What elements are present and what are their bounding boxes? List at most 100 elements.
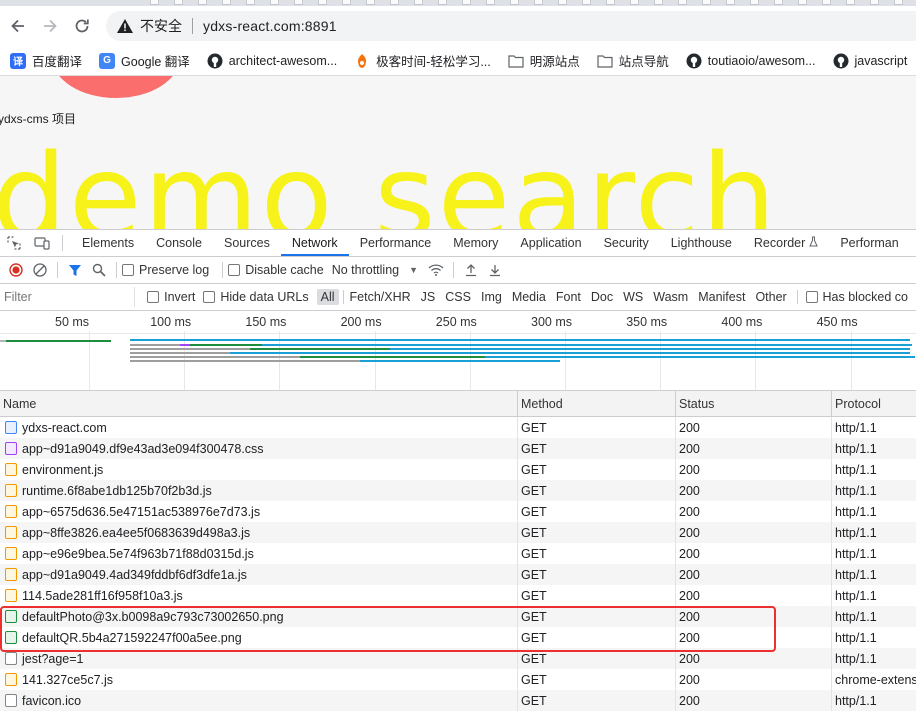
tab-lighthouse[interactable]: Lighthouse	[660, 230, 743, 256]
table-row[interactable]: app~e96e9bea.5e74f963b71f88d0315d.js GET 2…	[0, 543, 916, 564]
tab-stub[interactable]	[582, 0, 591, 5]
request-name-cell[interactable]: defaultQR.5b4a271592247f00a5ee.png	[0, 627, 518, 648]
tab-stub[interactable]	[606, 0, 615, 5]
tab-stub[interactable]	[150, 0, 159, 5]
import-har-icon[interactable]	[459, 258, 483, 282]
checkbox-box[interactable]	[203, 291, 216, 303]
forward-icon[interactable]	[34, 10, 66, 42]
table-row[interactable]: app~6575d636.5e47151ac538976e7d73.js GET 2…	[0, 501, 916, 522]
tab-stub[interactable]	[438, 0, 447, 5]
bookmark-item[interactable]: javascript	[833, 53, 907, 69]
tab-stub[interactable]	[390, 0, 399, 5]
request-name-cell[interactable]: jest?age=1	[0, 648, 518, 669]
filter-icon[interactable]	[63, 258, 87, 282]
tab-stub[interactable]	[318, 0, 327, 5]
bookmark-item[interactable]: toutiaoio/awesom...	[686, 53, 816, 69]
tab-network[interactable]: Network	[280, 230, 349, 256]
column-header-protocol[interactable]: Protocol	[832, 391, 916, 416]
tab-stub[interactable]	[414, 0, 423, 5]
tab-stub[interactable]	[222, 0, 231, 5]
table-row[interactable]: 141.327ce5c7.js GET 200 chrome-extens	[0, 669, 916, 690]
column-header-name[interactable]: Name	[0, 391, 518, 416]
tab-stub[interactable]	[630, 0, 639, 5]
device-toolbar-icon[interactable]	[28, 230, 56, 256]
export-har-icon[interactable]	[483, 258, 507, 282]
filter-type-doc[interactable]: Doc	[587, 289, 617, 305]
disable-cache-checkbox[interactable]: Disable cache	[228, 263, 324, 277]
table-row[interactable]: defaultPhoto@3x.b0098a9c793c73002650.png…	[0, 606, 916, 627]
request-name-cell[interactable]: 141.327ce5c7.js	[0, 669, 518, 690]
tab-application[interactable]: Application	[509, 230, 592, 256]
table-row[interactable]: app~d91a9049.4ad349fddbf6df3dfe1a.js GET 2…	[0, 564, 916, 585]
has-blocked-cookies-checkbox[interactable]: Has blocked co	[805, 290, 908, 304]
url-text[interactable]: ydxs-react.com:8891	[203, 18, 337, 34]
table-row[interactable]: defaultQR.5b4a271592247f00a5ee.png GET 200…	[0, 627, 916, 648]
tab-stub[interactable]	[558, 0, 567, 5]
request-name-cell[interactable]: app~d91a9049.4ad349fddbf6df3dfe1a.js	[0, 564, 518, 585]
table-row[interactable]: app~d91a9049.df9e43ad3e094f300478.css GET…	[0, 438, 916, 459]
checkbox-box[interactable]	[122, 264, 134, 276]
throttling-select[interactable]: No throttling ▼	[332, 263, 418, 277]
filter-type-fetchxhr[interactable]: Fetch/XHR	[346, 289, 415, 305]
bookmark-item[interactable]: 站点导航	[597, 51, 669, 70]
tab-stub[interactable]	[246, 0, 255, 5]
bookmark-item[interactable]: 译百度翻译	[10, 51, 82, 70]
request-name-cell[interactable]: runtime.6f8abe1db125b70f2b3d.js	[0, 480, 518, 501]
clear-icon[interactable]	[28, 258, 52, 282]
tab-elements[interactable]: Elements	[71, 230, 145, 256]
tab-stub[interactable]	[198, 0, 207, 5]
tab-stub[interactable]	[870, 0, 879, 5]
tab-stub[interactable]	[294, 0, 303, 5]
table-row[interactable]: favicon.ico GET 200 http/1.1	[0, 690, 916, 711]
filter-type-media[interactable]: Media	[508, 289, 550, 305]
checkbox-box[interactable]	[228, 264, 241, 276]
tab-stub[interactable]	[534, 0, 543, 5]
request-name-cell[interactable]: app~6575d636.5e47151ac538976e7d73.js	[0, 501, 518, 522]
bookmark-item[interactable]: 极客时间-轻松学习...	[354, 51, 491, 70]
tab-stub[interactable]	[174, 0, 183, 5]
tab-stub[interactable]	[486, 0, 495, 5]
table-row[interactable]: ydxs-react.com GET 200 http/1.1	[0, 417, 916, 438]
tab-stub[interactable]	[654, 0, 663, 5]
tab-stub[interactable]	[342, 0, 351, 5]
tab-console[interactable]: Console	[145, 230, 213, 256]
bookmark-item[interactable]: 明源站点	[508, 51, 580, 70]
request-name-cell[interactable]: app~e96e9bea.5e74f963b71f88d0315d.js	[0, 543, 518, 564]
filter-type-wasm[interactable]: Wasm	[649, 289, 692, 305]
request-name-cell[interactable]: favicon.ico	[0, 690, 518, 711]
request-name-cell[interactable]: 114.5ade281ff16f958f10a3.js	[0, 585, 518, 606]
request-name-cell[interactable]: app~d91a9049.df9e43ad3e094f300478.css	[0, 438, 518, 459]
security-label[interactable]: 不安全	[140, 16, 182, 36]
request-name-cell[interactable]: app~8ffe3826.ea4ee5f0683639d498a3.js	[0, 522, 518, 543]
bookmark-item[interactable]: architect-awesom...	[207, 53, 337, 69]
tab-stub[interactable]	[822, 0, 831, 5]
checkbox-box[interactable]	[147, 291, 160, 303]
filter-type-all[interactable]: All	[316, 289, 339, 305]
address-bar[interactable]: 不安全 ydxs-react.com:8891	[106, 11, 916, 41]
inspect-element-icon[interactable]	[0, 230, 28, 256]
tab-stub[interactable]	[462, 0, 471, 5]
network-overview[interactable]: 50 ms 100 ms 150 ms 200 ms 250 ms 300 ms 350 m…	[0, 311, 916, 391]
back-icon[interactable]	[2, 10, 34, 42]
tab-memory[interactable]: Memory	[442, 230, 509, 256]
network-conditions-icon[interactable]	[424, 258, 448, 282]
filter-type-img[interactable]: Img	[477, 289, 506, 305]
request-name-cell[interactable]: ydxs-react.com	[0, 417, 518, 438]
checkbox-box[interactable]	[805, 291, 818, 303]
table-row[interactable]: environment.js GET 200 http/1.1	[0, 459, 916, 480]
table-row[interactable]: app~8ffe3826.ea4ee5f0683639d498a3.js GET 2…	[0, 522, 916, 543]
tab-stub[interactable]	[774, 0, 783, 5]
invert-checkbox[interactable]: Invert	[147, 290, 195, 304]
tab-stub[interactable]	[846, 0, 855, 5]
tab-stub[interactable]	[702, 0, 711, 5]
tab-stub[interactable]	[798, 0, 807, 5]
tab-sources[interactable]: Sources	[213, 230, 281, 256]
column-header-status[interactable]: Status	[676, 391, 832, 416]
table-row[interactable]: jest?age=1 GET 200 http/1.1	[0, 648, 916, 669]
tab-stub[interactable]	[270, 0, 279, 5]
tab-stub[interactable]	[726, 0, 735, 5]
filter-type-manifest[interactable]: Manifest	[694, 289, 749, 305]
table-row[interactable]: 114.5ade281ff16f958f10a3.js GET 200 http/1.…	[0, 585, 916, 606]
warning-icon[interactable]	[116, 18, 134, 34]
tab-performan[interactable]: Performan	[829, 230, 909, 256]
